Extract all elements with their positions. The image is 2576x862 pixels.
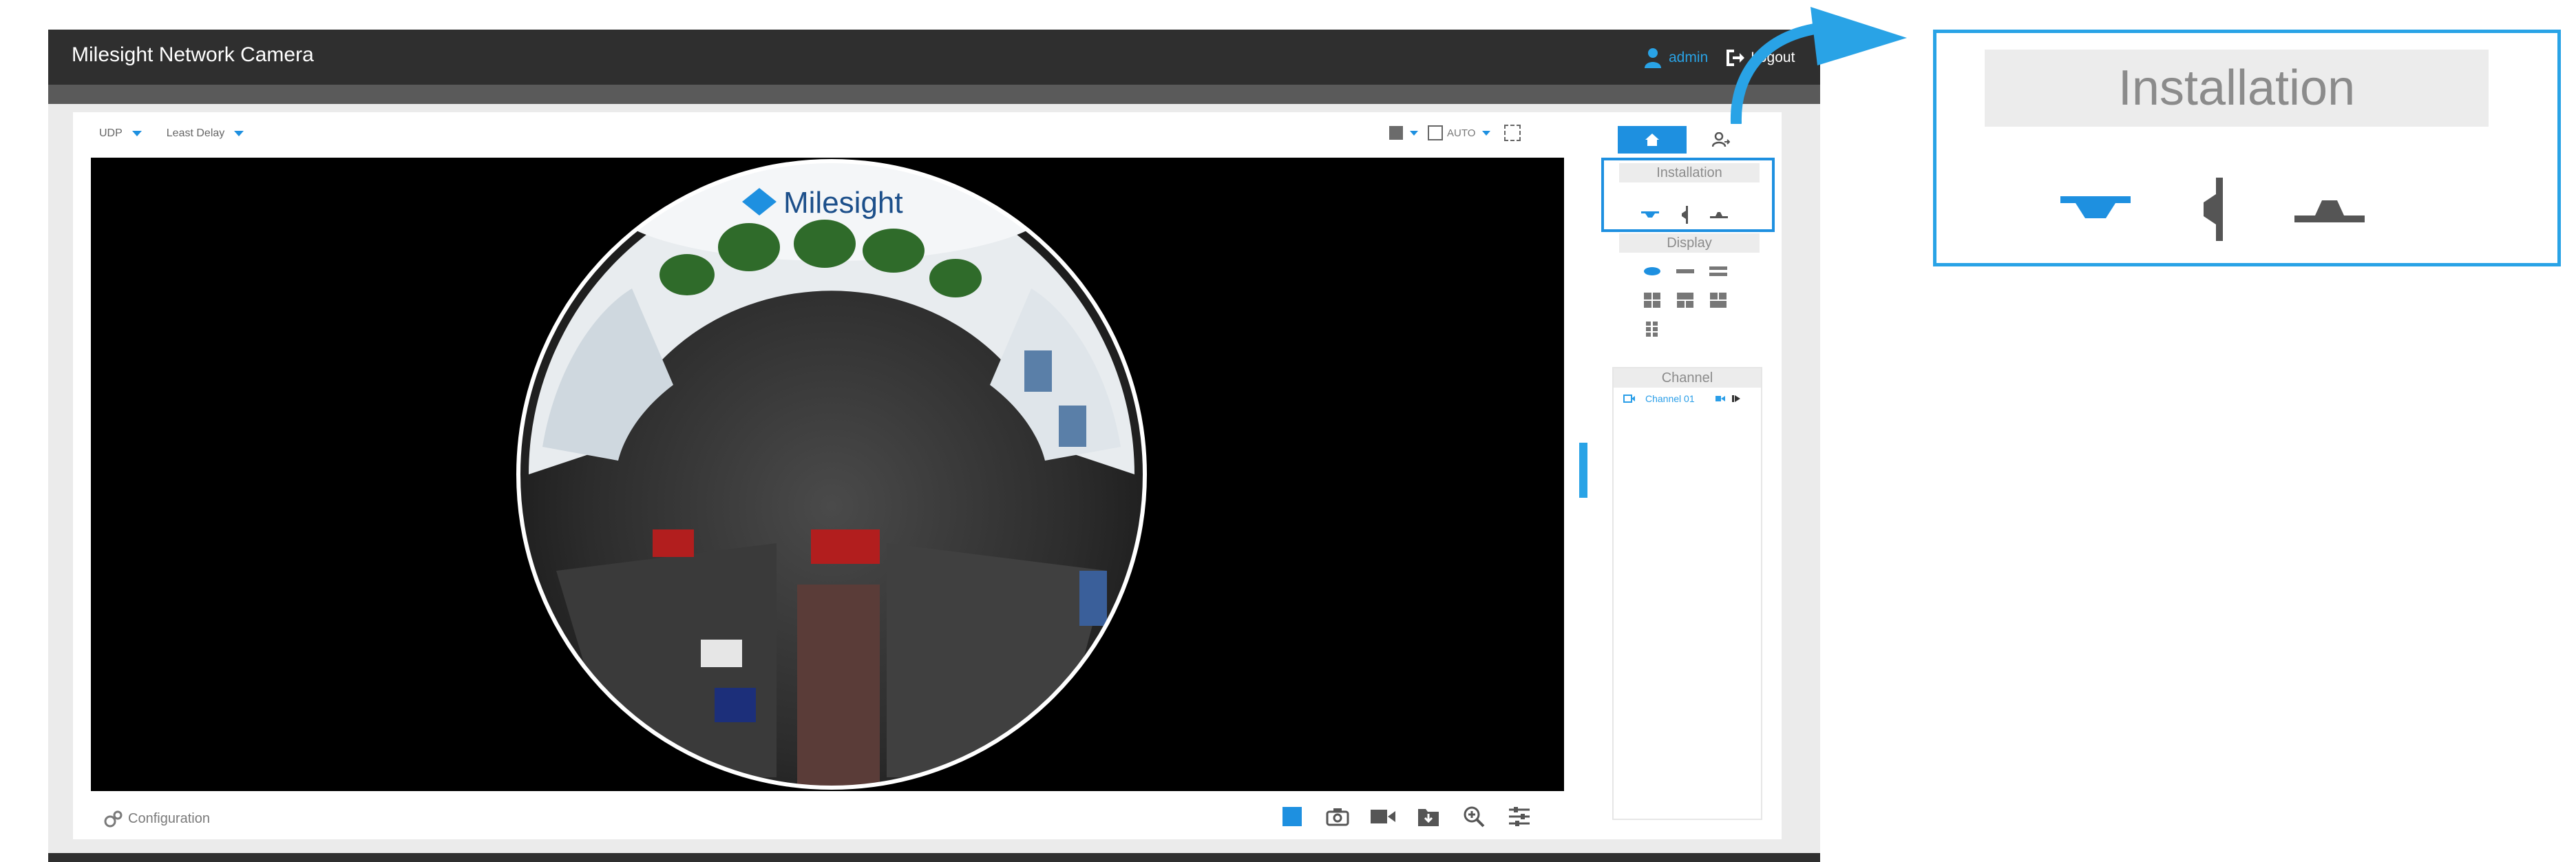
display-panorama-split-button[interactable] [1669, 290, 1702, 311]
control-panel: Installation Display Channel Channel 01 [1594, 112, 1782, 839]
protocol-dropdown-icon[interactable] [131, 131, 142, 136]
configuration-link[interactable]: Configuration [103, 809, 210, 828]
zoom-installation-options [2058, 175, 2409, 244]
fit-mode-select[interactable]: AUTO [1447, 127, 1475, 139]
desk-mount-icon [2294, 200, 2365, 222]
installation-options [1633, 203, 1736, 227]
double-panorama-mode-icon [1709, 266, 1727, 276]
fisheye-split-mode-icon [1710, 293, 1727, 308]
zoom-ceiling-mount [2058, 175, 2133, 244]
fisheye-logo-text: Milesight [783, 186, 903, 220]
gears-icon [104, 810, 123, 828]
fisheye-mode-icon [1644, 267, 1660, 275]
multi-split-mode-icon [1646, 322, 1658, 337]
layout-dropdown-icon[interactable] [1410, 130, 1418, 136]
wall-mount-icon [1682, 206, 1688, 224]
display-quad-button[interactable] [1636, 290, 1669, 311]
camera-web-window: Milesight Network Camera admin Logout UD… [48, 30, 1820, 862]
top-bar: Milesight Network Camera admin Logout [48, 30, 1820, 85]
video-area[interactable]: Milesight [91, 158, 1564, 791]
snapshot-button[interactable] [1324, 804, 1351, 829]
desk-mount-icon [1710, 212, 1728, 218]
footer-bar [48, 853, 1820, 862]
view-tools: AUTO [1389, 125, 1521, 141]
stop-icon [1282, 807, 1302, 826]
wall-mount-button[interactable] [1667, 203, 1702, 227]
display-multi-button[interactable] [1636, 319, 1669, 339]
delay-dropdown-icon[interactable] [234, 131, 244, 136]
installation-zoom-callout: Installation [1933, 30, 2561, 266]
control-tabs [1618, 126, 1755, 154]
sub-bar [48, 85, 1820, 104]
ptz-user-icon [1712, 132, 1730, 147]
display-mode-row-2 [1636, 290, 1746, 311]
channel-header: Channel [1614, 368, 1761, 388]
ceiling-mount-button[interactable] [1633, 203, 1667, 227]
display-fisheye-split-button[interactable] [1702, 290, 1735, 311]
display-panorama-button[interactable] [1669, 261, 1702, 282]
channel-name: Channel 01 [1645, 393, 1695, 404]
display-double-panorama-button[interactable] [1702, 261, 1735, 282]
channel-list: Channel Channel 01 [1612, 367, 1762, 820]
channel-camera-icon [1623, 395, 1635, 403]
record-button[interactable] [1370, 804, 1396, 829]
panorama-split-mode-icon [1677, 293, 1693, 308]
video-camera-icon [1371, 810, 1395, 823]
camera-icon [1326, 808, 1349, 826]
display-header: Display [1619, 233, 1760, 253]
panorama-mode-icon [1676, 269, 1694, 273]
zoom-desk-mount [2292, 175, 2367, 244]
tab-home[interactable] [1618, 126, 1687, 154]
channel-play-icon[interactable] [1731, 395, 1740, 403]
display-mode-row-3 [1636, 319, 1746, 339]
zoom-installation-header: Installation [1985, 50, 2489, 127]
layout-icon[interactable] [1389, 126, 1403, 140]
fisheye-video-frame: Milesight [516, 159, 1147, 790]
user-icon [1645, 48, 1661, 68]
zoom-wall-mount [2175, 175, 2250, 244]
stream-settings: UDP Least Delay [99, 127, 268, 140]
fullscreen-icon[interactable] [1504, 125, 1521, 141]
app-title: Milesight Network Camera [72, 43, 314, 66]
ceiling-mount-icon [2060, 196, 2131, 218]
fit-dropdown-icon[interactable] [1482, 130, 1491, 136]
sliders-icon [1509, 807, 1530, 826]
home-icon [1645, 134, 1659, 146]
image-settings-button[interactable] [1506, 804, 1532, 829]
tab-ptz[interactable] [1687, 126, 1755, 154]
zoom-button[interactable] [1461, 804, 1487, 829]
stop-button[interactable] [1279, 804, 1305, 829]
configuration-label: Configuration [128, 810, 210, 826]
ceiling-mount-icon [1641, 211, 1659, 218]
display-mode-row-1 [1636, 261, 1746, 282]
quad-mode-icon [1644, 293, 1660, 308]
download-button[interactable] [1415, 804, 1442, 829]
display-fisheye-button[interactable] [1636, 261, 1669, 282]
callout-arrow [1730, 7, 1907, 124]
installation-header: Installation [1619, 163, 1760, 182]
panel-collapse-tab[interactable] [1579, 443, 1587, 498]
username-link[interactable]: admin [1669, 50, 1708, 66]
fit-icon[interactable] [1428, 125, 1443, 140]
wall-mount-icon [2204, 178, 2223, 241]
channel-record-icon[interactable] [1715, 395, 1725, 403]
channel-row[interactable]: Channel 01 [1623, 393, 1761, 404]
live-view-panel: UDP Least Delay AUTO Milesight Configura… [73, 112, 1603, 839]
delay-mode-select[interactable]: Least Delay [167, 127, 225, 140]
download-folder-icon [1418, 809, 1439, 826]
protocol-select[interactable]: UDP [99, 127, 123, 140]
zoom-in-icon [1464, 806, 1485, 828]
video-toolbar [1279, 804, 1552, 829]
desk-mount-button[interactable] [1702, 203, 1736, 227]
